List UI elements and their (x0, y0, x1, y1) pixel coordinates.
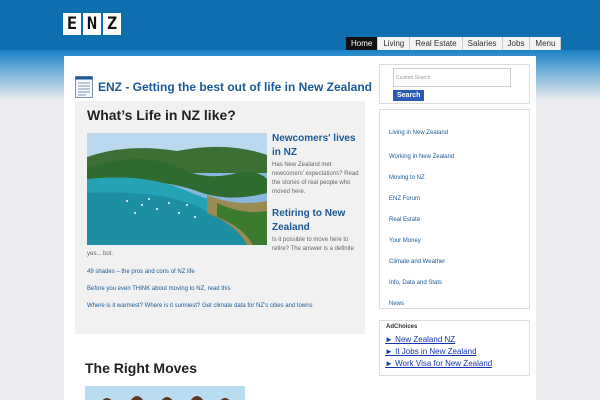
nav-home[interactable]: Home (346, 37, 379, 50)
ad-link-nz[interactable]: ► New Zealand NZ (385, 335, 455, 344)
feature-retiring-title[interactable]: Retiring to New Zealand (272, 207, 362, 235)
sidebar-item-stats[interactable]: Info, Data and Stats (389, 280, 442, 286)
title-row: ENZ - Getting the best out of life in Ne… (75, 76, 372, 98)
sidebar-item-working[interactable]: Working in New Zealand (389, 154, 454, 160)
sidebar-item-money[interactable]: Your Money (389, 238, 421, 244)
right-moves-title: The Right Moves (85, 360, 198, 376)
search-panel: Search (379, 64, 530, 104)
link-climate-data[interactable]: Where is it warmest? Where is it sunnies… (87, 303, 313, 309)
life-card: What’s Life in NZ like? Newcomers' lives… (75, 101, 365, 334)
logo-letter-z: Z (103, 13, 121, 35)
feature-newcomers-title[interactable]: Newcomers' lives in NZ (272, 132, 362, 160)
link-pros-cons[interactable]: 49 shades – the pros and cons of NZ life (87, 269, 313, 275)
ad-choices-label[interactable]: AdChoices (386, 324, 417, 330)
sidebar-item-real-estate[interactable]: Real Estate (389, 217, 420, 223)
logo-letter-e: E (63, 13, 81, 35)
feature-retiring-continuation: yes... but. (87, 251, 114, 257)
search-input[interactable] (393, 68, 511, 87)
feature-retiring: Retiring to New Zealand Is it possible t… (272, 207, 362, 254)
sidebar-menu: Living in New Zealand Working in New Zea… (379, 109, 530, 309)
sidebar-item-news[interactable]: News (389, 301, 404, 307)
site-logo[interactable]: E N Z (63, 13, 121, 35)
nav-real-estate[interactable]: Real Estate (410, 37, 463, 50)
main-nav: Home Living Real Estate Salaries Jobs Me… (346, 37, 562, 50)
feature-newcomers: Newcomers' lives in NZ Has New Zealand m… (272, 132, 362, 197)
bay-photo[interactable] (87, 133, 267, 245)
people-photo[interactable] (85, 386, 245, 400)
section-title: What’s Life in NZ like? (87, 107, 236, 123)
search-button[interactable]: Search (393, 90, 425, 101)
link-before-moving[interactable]: Before you even THINK about moving to NZ… (87, 286, 313, 292)
nav-menu[interactable]: Menu (530, 37, 562, 50)
ad-link-it-jobs[interactable]: ► It Jobs in New Zealand (385, 347, 477, 356)
ad-link-work-visa[interactable]: ► Work Visa for New Zealand (385, 359, 492, 368)
article-links: 49 shades – the pros and cons of NZ life… (87, 269, 313, 320)
sidebar-item-living[interactable]: Living in New Zealand (389, 130, 448, 136)
sidebar-item-climate[interactable]: Climate and Weather (389, 259, 445, 265)
page-title: ENZ - Getting the best out of life in Ne… (98, 80, 373, 94)
ad-panel: AdChoices ► New Zealand NZ ► It Jobs in … (379, 320, 530, 376)
sidebar-item-moving[interactable]: Moving to NZ (389, 175, 425, 181)
nav-jobs[interactable]: Jobs (502, 37, 531, 50)
nav-salaries[interactable]: Salaries (462, 37, 503, 50)
nav-living[interactable]: Living (378, 37, 411, 50)
feature-newcomers-text: Has New Zealand met newcomers' expectati… (272, 162, 359, 195)
page-container: ENZ - Getting the best out of life in Ne… (64, 56, 536, 400)
feature-retiring-text: Is it possible to move here to retire? T… (272, 237, 354, 252)
logo-letter-n: N (83, 13, 101, 35)
sidebar-item-forum[interactable]: ENZ Forum (389, 196, 420, 202)
document-icon (75, 76, 93, 98)
